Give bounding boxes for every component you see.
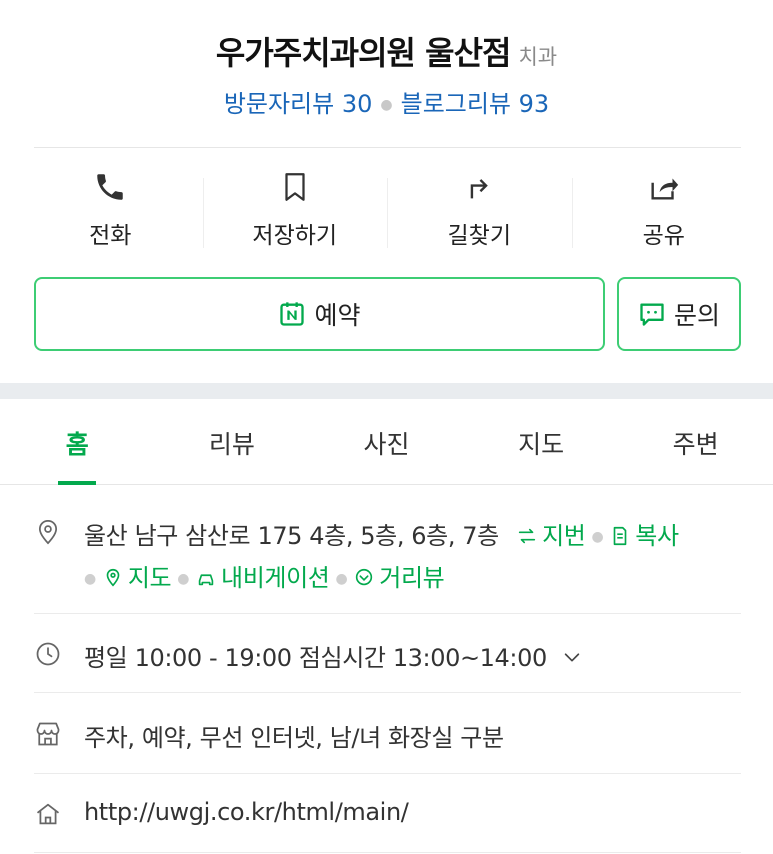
jibun-label: 지번 bbox=[542, 522, 586, 550]
cta-row: 예약 문의 bbox=[34, 277, 741, 351]
address-links-line: ● 지도 ● 내비게이션 ● 거리뷰 bbox=[84, 558, 445, 593]
divider bbox=[34, 147, 741, 148]
hours-row[interactable]: 평일 10:00 - 19:00 점심시간 13:00~14:00 bbox=[34, 638, 741, 674]
separator-dot: ● bbox=[380, 97, 393, 113]
map-pin-icon bbox=[106, 568, 120, 587]
address-line: 울산 남구 삼산로 175 4층, 5층, 6층, 7층 지번 ● 복사 bbox=[84, 516, 679, 551]
home-icon bbox=[34, 800, 62, 828]
save-label: 저장하기 bbox=[252, 223, 338, 249]
swap-icon bbox=[518, 528, 536, 544]
location-pin-icon bbox=[34, 518, 62, 546]
amenities-row: 주차, 예약, 무선 인터넷, 남/녀 화장실 구분 bbox=[34, 718, 741, 754]
share-icon bbox=[572, 170, 757, 210]
title-row: 우가주치과의원 울산점 치과 bbox=[0, 28, 773, 74]
place-name: 우가주치과의원 울산점 bbox=[215, 34, 512, 72]
tab-home[interactable]: 홈 bbox=[0, 399, 155, 485]
divider bbox=[34, 852, 741, 853]
call-button[interactable]: 전화 bbox=[18, 170, 203, 254]
section-separator bbox=[0, 383, 773, 399]
reserve-label: 예약 bbox=[314, 301, 361, 330]
homepage-link[interactable]: http://uwgj.co.kr/html/main/ bbox=[84, 798, 409, 826]
separator-dot: ● bbox=[177, 571, 190, 587]
copy-link[interactable]: 복사 bbox=[609, 522, 679, 550]
bookmark-icon bbox=[203, 170, 388, 210]
address-text: 울산 남구 삼산로 175 4층, 5층, 6층, 7층 bbox=[84, 522, 499, 550]
separator-dot: ● bbox=[84, 571, 96, 587]
review-row: 방문자리뷰 30 ● 블로그리뷰 93 bbox=[0, 84, 773, 119]
tab-bar: 홈 리뷰 사진 지도 주변 bbox=[0, 399, 773, 485]
hours-line: 평일 10:00 - 19:00 점심시간 13:00~14:00 bbox=[84, 638, 583, 673]
divider bbox=[34, 692, 741, 693]
directions-arrow-icon bbox=[387, 170, 572, 210]
tab-nearby[interactable]: 주변 bbox=[618, 399, 773, 484]
phone-icon bbox=[18, 170, 203, 210]
street-view-label: 거리뷰 bbox=[379, 564, 445, 592]
blog-review-link[interactable]: 블로그리뷰 93 bbox=[401, 90, 550, 118]
address-row: 울산 남구 삼산로 175 4층, 5층, 6층, 7층 지번 ● 복사 ● 지도 ● 내… bbox=[34, 516, 741, 596]
separator-dot: ● bbox=[591, 529, 604, 545]
naver-booking-icon bbox=[280, 302, 305, 326]
navigation-label: 내비게이션 bbox=[221, 564, 330, 592]
store-icon bbox=[34, 720, 62, 748]
clock-icon bbox=[34, 640, 62, 668]
tab-reviews[interactable]: 리뷰 bbox=[155, 399, 310, 484]
inquiry-label: 문의 bbox=[673, 301, 720, 330]
jibun-link[interactable]: 지번 bbox=[516, 522, 586, 550]
chevron-down-icon[interactable] bbox=[561, 646, 583, 668]
street-view-icon bbox=[356, 568, 373, 586]
reserve-button[interactable]: 예약 bbox=[34, 277, 605, 351]
share-button[interactable]: 공유 bbox=[571, 170, 757, 254]
visitor-review-link[interactable]: 방문자리뷰 30 bbox=[224, 90, 373, 118]
save-button[interactable]: 저장하기 bbox=[202, 170, 388, 254]
directions-label: 길찾기 bbox=[447, 223, 511, 249]
copy-label: 복사 bbox=[635, 522, 679, 550]
place-category: 치과 bbox=[518, 45, 558, 69]
chat-icon bbox=[640, 303, 664, 326]
place-header: 우가주치과의원 울산점 치과 방문자리뷰 30 ● 블로그리뷰 93 bbox=[0, 0, 773, 148]
separator-dot: ● bbox=[335, 571, 348, 587]
divider bbox=[34, 613, 741, 614]
tab-map[interactable]: 지도 bbox=[464, 399, 619, 484]
divider bbox=[34, 773, 741, 774]
street-view-link[interactable]: 거리뷰 bbox=[353, 564, 445, 592]
car-icon bbox=[198, 574, 214, 586]
hours-text: 평일 10:00 - 19:00 점심시간 13:00~14:00 bbox=[84, 644, 547, 672]
tab-photos[interactable]: 사진 bbox=[309, 399, 464, 484]
navigation-link[interactable]: 내비게이션 bbox=[195, 564, 330, 592]
action-bar: 전화 저장하기 길찾기 공유 bbox=[18, 170, 756, 254]
map-label: 지도 bbox=[127, 564, 172, 592]
call-label: 전화 bbox=[89, 223, 132, 249]
amenities-text: 주차, 예약, 무선 인터넷, 남/녀 화장실 구분 bbox=[84, 724, 504, 752]
inquiry-button[interactable]: 문의 bbox=[617, 277, 741, 351]
homepage-row: http://uwgj.co.kr/html/main/ bbox=[34, 798, 741, 834]
map-link[interactable]: 지도 bbox=[102, 564, 172, 592]
share-label: 공유 bbox=[642, 223, 685, 249]
directions-button[interactable]: 길찾기 bbox=[387, 170, 572, 254]
copy-icon bbox=[613, 526, 627, 546]
